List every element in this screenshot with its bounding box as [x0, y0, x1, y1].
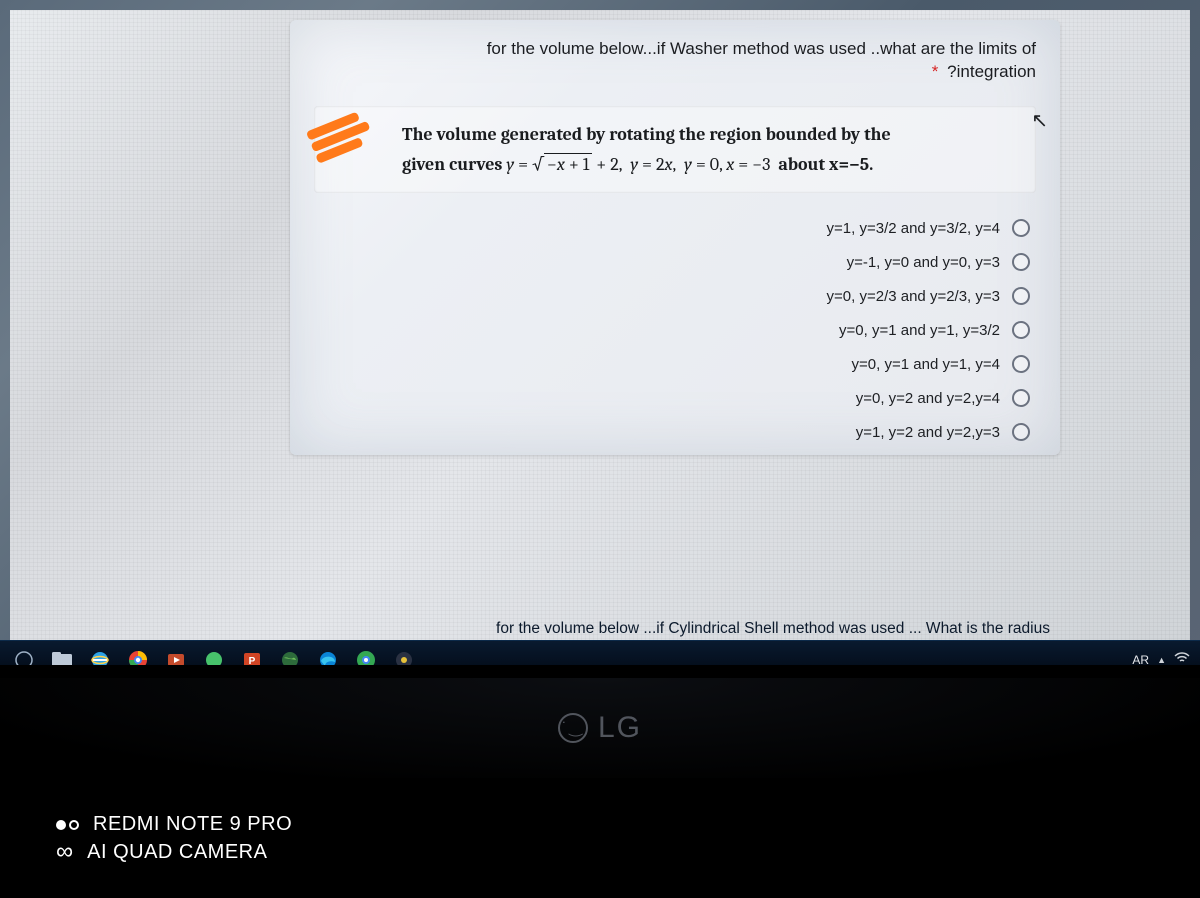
taskbar-left: P	[10, 646, 418, 666]
radio-icon	[1012, 321, 1030, 339]
infinity-icon: ∞	[56, 840, 73, 864]
radio-icon	[1012, 355, 1030, 373]
radio-icon	[1012, 389, 1030, 407]
watermark-line1: REDMI NOTE 9 PRO	[93, 813, 292, 836]
monitor-bezel: ˙‿ LG	[0, 678, 1200, 778]
cursor-icon: ↖	[1031, 108, 1048, 133]
question-card: for the volume below...if Washer method …	[290, 20, 1060, 455]
globe-icon[interactable]	[276, 646, 304, 666]
option-4[interactable]: y=0, y=1 and y=1, y=3/2	[839, 321, 1030, 339]
chrome-icon[interactable]	[124, 646, 152, 666]
option-6[interactable]: y=0, y=2 and y=2,y=4	[856, 389, 1030, 407]
highlighter-icon	[299, 95, 390, 171]
monitor-brand: ˙‿ LG	[558, 711, 642, 745]
question-header-line1: for the volume below...if Washer method …	[487, 39, 1036, 58]
radio-icon	[1012, 287, 1030, 305]
lg-face-icon: ˙‿	[558, 713, 588, 743]
option-7[interactable]: y=1, y=2 and y=2,y=3	[856, 423, 1030, 441]
question-header: for the volume below...if Washer method …	[314, 38, 1036, 84]
radio-icon	[1012, 253, 1030, 271]
options-list: y=1, y=3/2 and y=3/2, y=4 y=-1, y=0 and …	[314, 219, 1036, 441]
app-icon-2[interactable]	[390, 646, 418, 666]
powerpoint-icon[interactable]: P	[238, 646, 266, 666]
taskbar-right: AR ▲	[1132, 652, 1190, 665]
tray-chevron-icon[interactable]: ▲	[1157, 655, 1166, 665]
tray-wifi-icon[interactable]	[1174, 652, 1190, 665]
svg-text:P: P	[249, 656, 256, 666]
problem-given-label: given curves	[402, 154, 506, 175]
option-5[interactable]: y=0, y=1 and y=1, y=4	[852, 355, 1030, 373]
watermark-dots-icon	[56, 820, 79, 830]
edge-icon[interactable]	[314, 646, 342, 666]
radio-icon	[1012, 423, 1030, 441]
file-explorer-icon[interactable]	[48, 646, 76, 666]
problem-line2: given curves y = √−x + 1 + 2, y = 2x, y …	[402, 150, 984, 180]
radio-icon	[1012, 219, 1030, 237]
problem-box: ↖ The volume generated by rotating the r…	[314, 106, 1036, 193]
camera-watermark: REDMI NOTE 9 PRO ∞ AI QUAD CAMERA	[56, 813, 292, 868]
option-6-label: y=0, y=2 and y=2,y=4	[856, 390, 1000, 407]
watermark-line2: AI QUAD CAMERA	[87, 841, 267, 864]
chrome2-icon[interactable]	[352, 646, 380, 666]
ie-icon[interactable]	[86, 646, 114, 666]
next-question-peek: for the volume below ...if Cylindrical S…	[290, 620, 1050, 638]
option-4-label: y=0, y=1 and y=1, y=3/2	[839, 322, 1000, 339]
start-icon[interactable]	[10, 646, 38, 666]
option-1-label: y=1, y=3/2 and y=3/2, y=4	[827, 220, 1000, 237]
required-asterisk: *	[932, 62, 939, 81]
app-icon-1[interactable]	[200, 646, 228, 666]
problem-line1: The volume generated by rotating the reg…	[402, 120, 984, 150]
option-5-label: y=0, y=1 and y=1, y=4	[852, 356, 1000, 373]
option-1[interactable]: y=1, y=3/2 and y=3/2, y=4	[827, 219, 1030, 237]
screen-area: for the volume below...if Washer method …	[0, 0, 1200, 665]
option-3-label: y=0, y=2/3 and y=2/3, y=3	[827, 288, 1000, 305]
option-2[interactable]: y=-1, y=0 and y=0, y=3	[847, 253, 1030, 271]
problem-line1-text: The volume generated by rotating the reg…	[402, 124, 891, 145]
option-2-label: y=-1, y=0 and y=0, y=3	[847, 254, 1000, 271]
video-icon[interactable]	[162, 646, 190, 666]
monitor-brand-text: LG	[598, 711, 642, 745]
language-indicator[interactable]: AR	[1132, 653, 1149, 666]
option-3[interactable]: y=0, y=2/3 and y=2/3, y=3	[827, 287, 1030, 305]
question-header-line2: ?integration	[947, 62, 1036, 81]
taskbar: P AR ▲	[0, 640, 1200, 665]
option-7-label: y=1, y=2 and y=2,y=3	[856, 424, 1000, 441]
